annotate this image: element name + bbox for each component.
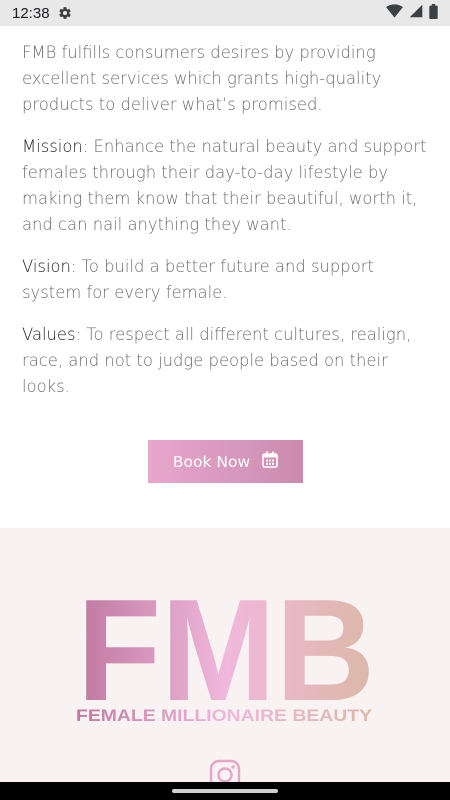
about-section: FMB fulfills consumers desires by provid… bbox=[22, 40, 428, 416]
footer: FMB FEMALE MILLIONAIRE BEAUTY bbox=[0, 528, 450, 800]
vision-paragraph: Vision: To build a better future and sup… bbox=[22, 254, 428, 306]
intro-text: FMB fulfills consumers desires by provid… bbox=[22, 43, 382, 114]
book-now-label: Book Now bbox=[172, 452, 251, 471]
values-label: Values bbox=[22, 325, 76, 344]
intro-paragraph: FMB fulfills consumers desires by provid… bbox=[22, 40, 428, 118]
navigation-bar bbox=[0, 782, 450, 800]
battery-icon bbox=[429, 3, 438, 23]
status-bar: 12:38 bbox=[0, 0, 450, 26]
signal-icon bbox=[409, 4, 423, 22]
mission-paragraph: Mission: Enhance the natural beauty and … bbox=[22, 134, 428, 238]
calendar-icon bbox=[262, 451, 278, 472]
values-text: : To respect all different cultures, rea… bbox=[22, 325, 412, 396]
status-time: 12:38 bbox=[12, 4, 50, 22]
wifi-icon bbox=[386, 4, 403, 22]
logo-letters: FMB bbox=[77, 590, 375, 725]
vision-text: : To build a better future and support s… bbox=[22, 257, 374, 302]
logo-tagline: FEMALE MILLIONAIRE BEAUTY bbox=[76, 706, 373, 725]
gear-icon bbox=[58, 6, 72, 20]
vision-label: Vision bbox=[22, 257, 71, 276]
fmb-logo: FMB FEMALE MILLIONAIRE BEAUTY bbox=[76, 590, 375, 725]
book-now-button[interactable]: Book Now bbox=[148, 440, 303, 483]
values-paragraph: Values: To respect all different culture… bbox=[22, 322, 428, 400]
mission-label: Mission bbox=[22, 137, 83, 156]
mission-text: : Enhance the natural beauty and support… bbox=[22, 137, 427, 234]
home-gesture-handle[interactable] bbox=[172, 789, 278, 793]
